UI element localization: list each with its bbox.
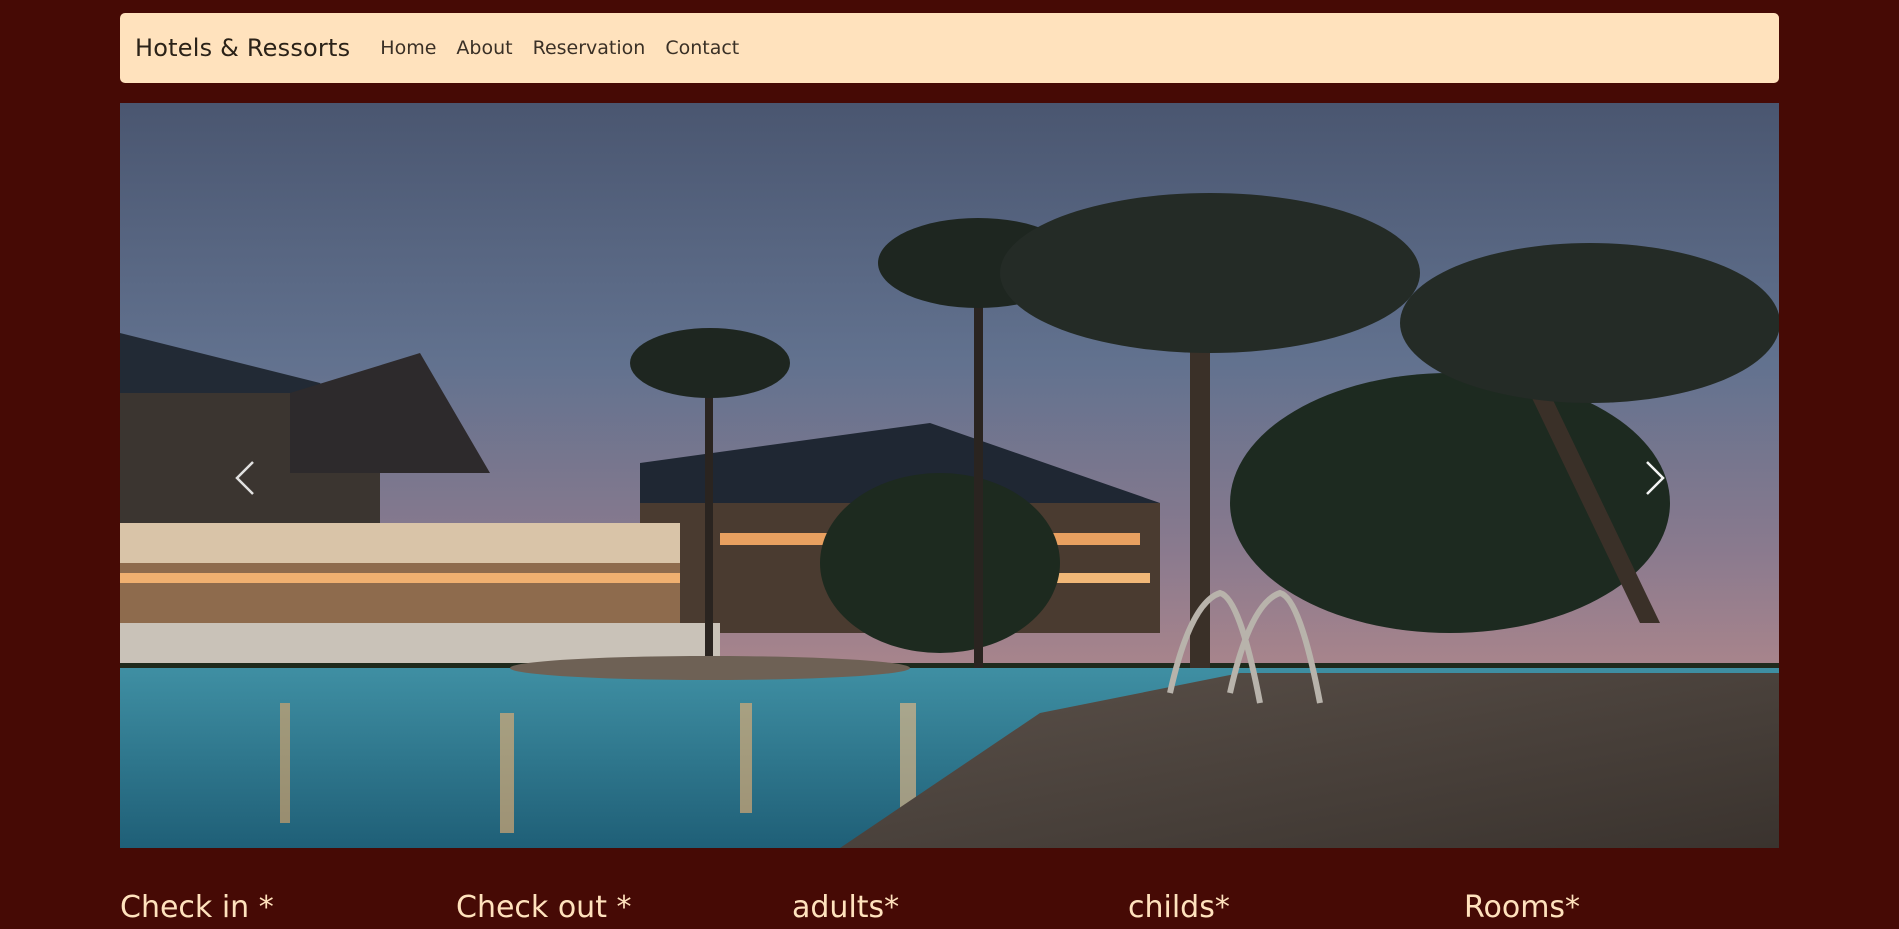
nav-links: Home About Reservation Contact [380, 37, 759, 59]
carousel-next-button[interactable] [1620, 443, 1690, 513]
nav-link-about[interactable]: About [456, 37, 512, 59]
check-in-label: Check in * [120, 890, 274, 925]
carousel-prev-button[interactable] [210, 443, 280, 513]
booking-form-labels: Check in * Check out * adults* childs* R… [120, 890, 1800, 925]
navbar: Hotels & Ressorts Home About Reservation… [120, 13, 1779, 83]
chevron-right-icon [1646, 461, 1665, 495]
hero-carousel [120, 103, 1779, 848]
nav-link-home[interactable]: Home [380, 37, 436, 59]
hotel-pool-image [120, 103, 1779, 848]
check-out-label: Check out * [456, 890, 632, 925]
nav-link-reservation[interactable]: Reservation [533, 37, 646, 59]
rooms-label: Rooms* [1464, 890, 1581, 925]
navbar-brand[interactable]: Hotels & Ressorts [135, 34, 350, 62]
chevron-left-icon [235, 461, 254, 495]
childs-label: childs* [1128, 890, 1230, 925]
nav-link-contact[interactable]: Contact [665, 37, 739, 59]
adults-label: adults* [792, 890, 900, 925]
